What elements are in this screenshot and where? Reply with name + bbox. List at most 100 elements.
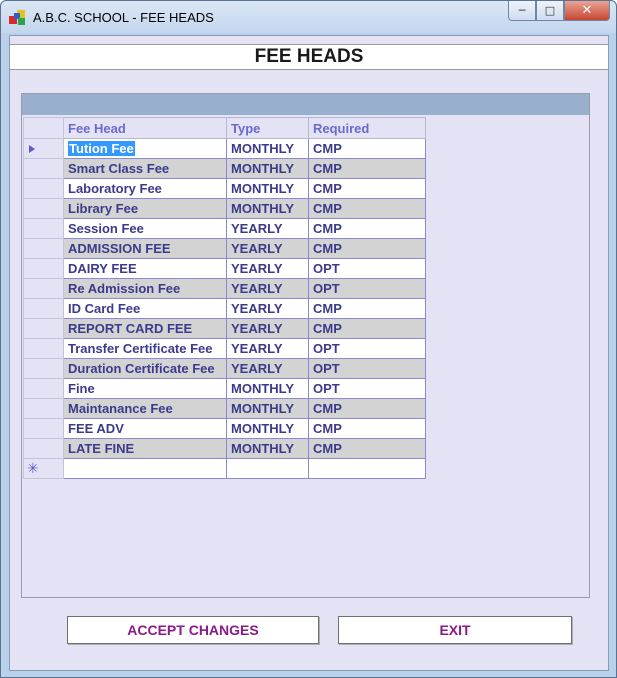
cell-required[interactable]: OPT — [308, 378, 426, 399]
cell-required[interactable]: OPT — [308, 278, 426, 299]
cell-required[interactable]: CMP — [308, 298, 426, 319]
cell-required[interactable]: CMP — [308, 238, 426, 259]
cell-required[interactable]: CMP — [308, 178, 426, 199]
row-header[interactable] — [23, 158, 64, 179]
cell-type[interactable]: MONTHLY — [226, 418, 309, 439]
cell-type[interactable]: YEARLY — [226, 358, 309, 379]
row-header[interactable]: ✳ — [23, 458, 64, 479]
row-header[interactable] — [23, 238, 64, 259]
cell-required[interactable]: CMP — [308, 318, 426, 339]
table-row[interactable]: Fine MONTHLY OPT — [23, 378, 426, 399]
cell-required[interactable]: OPT — [308, 258, 426, 279]
cell-fee-head[interactable]: DAIRY FEE — [63, 258, 227, 279]
cell-fee-head[interactable]: Laboratory Fee — [63, 178, 227, 199]
row-header[interactable] — [23, 278, 64, 299]
cell-type[interactable]: MONTHLY — [226, 398, 309, 419]
cell-type[interactable]: YEARLY — [226, 218, 309, 239]
column-header-fee-head[interactable]: Fee Head — [63, 117, 227, 139]
cell-required[interactable]: OPT — [308, 338, 426, 359]
row-header[interactable] — [23, 178, 64, 199]
cell-fee-head-text: Tution Fee — [68, 141, 135, 156]
cell-required[interactable]: CMP — [308, 158, 426, 179]
row-header[interactable] — [23, 258, 64, 279]
cell-type[interactable]: MONTHLY — [226, 378, 309, 399]
cell-fee-head[interactable]: ID Card Fee — [63, 298, 227, 319]
new-row[interactable]: ✳ — [23, 458, 426, 479]
title-bar[interactable]: A.B.C. SCHOOL - FEE HEADS ─ □ ✕ — [1, 1, 616, 33]
table-row[interactable]: LATE FINE MONTHLY CMP — [23, 438, 426, 459]
table-row[interactable]: Smart Class Fee MONTHLY CMP — [23, 158, 426, 179]
cell-required[interactable]: CMP — [308, 138, 426, 159]
cell-fee-head[interactable]: Library Fee — [63, 198, 227, 219]
cell-fee-head[interactable]: REPORT CARD FEE — [63, 318, 227, 339]
exit-button[interactable]: EXIT — [338, 616, 572, 644]
table-row[interactable]: Library Fee MONTHLY CMP — [23, 198, 426, 219]
table-row[interactable]: Session Fee YEARLY CMP — [23, 218, 426, 239]
row-header[interactable] — [23, 418, 64, 439]
cell-required[interactable]: OPT — [308, 358, 426, 379]
cell-type[interactable]: YEARLY — [226, 318, 309, 339]
row-header[interactable] — [23, 338, 64, 359]
cell-fee-head[interactable]: Fine — [63, 378, 227, 399]
cell-fee-head[interactable]: LATE FINE — [63, 438, 227, 459]
cell-fee-head[interactable]: Duration Certificate Fee — [63, 358, 227, 379]
cell-fee-head[interactable]: ADMISSION FEE — [63, 238, 227, 259]
cell-required[interactable]: CMP — [308, 418, 426, 439]
row-header[interactable] — [23, 378, 64, 399]
table-row[interactable]: Re Admission Fee YEARLY OPT — [23, 278, 426, 299]
table-row[interactable]: Maintanance Fee MONTHLY CMP — [23, 398, 426, 419]
cell-type-text: MONTHLY — [231, 401, 295, 416]
cell-fee-head-text: Transfer Certificate Fee — [68, 341, 213, 356]
cell-fee-head[interactable]: Session Fee — [63, 218, 227, 239]
cell-type[interactable] — [226, 458, 309, 479]
row-header[interactable] — [23, 298, 64, 319]
row-header[interactable] — [23, 318, 64, 339]
maximize-button[interactable]: □ — [536, 1, 564, 21]
column-header-required[interactable]: Required — [308, 117, 426, 139]
cell-fee-head[interactable]: Maintanance Fee — [63, 398, 227, 419]
cell-required[interactable]: CMP — [308, 438, 426, 459]
cell-fee-head[interactable]: FEE ADV — [63, 418, 227, 439]
cell-required[interactable]: CMP — [308, 398, 426, 419]
cell-fee-head[interactable]: Transfer Certificate Fee — [63, 338, 227, 359]
cell-type[interactable]: MONTHLY — [226, 198, 309, 219]
cell-type[interactable]: YEARLY — [226, 298, 309, 319]
table-row[interactable]: ADMISSION FEE YEARLY CMP — [23, 238, 426, 259]
cell-fee-head-text: Session Fee — [68, 221, 144, 236]
cell-fee-head[interactable]: Tution Fee — [63, 138, 227, 159]
cell-required[interactable] — [308, 458, 426, 479]
cell-type[interactable]: MONTHLY — [226, 138, 309, 159]
cell-type[interactable]: MONTHLY — [226, 438, 309, 459]
cell-required[interactable]: CMP — [308, 218, 426, 239]
close-button[interactable]: ✕ — [564, 1, 610, 21]
row-header[interactable] — [23, 438, 64, 459]
table-row[interactable]: FEE ADV MONTHLY CMP — [23, 418, 426, 439]
table-row[interactable]: DAIRY FEE YEARLY OPT — [23, 258, 426, 279]
row-header[interactable] — [23, 138, 64, 159]
minimize-button[interactable]: ─ — [508, 1, 536, 21]
cell-type[interactable]: YEARLY — [226, 258, 309, 279]
table-row[interactable]: Laboratory Fee MONTHLY CMP — [23, 178, 426, 199]
cell-fee-head[interactable]: Re Admission Fee — [63, 278, 227, 299]
cell-fee-head[interactable] — [63, 458, 227, 479]
table-row[interactable]: Tution Fee MONTHLY CMP — [23, 138, 426, 159]
cell-type[interactable]: YEARLY — [226, 238, 309, 259]
table-row[interactable]: REPORT CARD FEE YEARLY CMP — [23, 318, 426, 339]
cell-required[interactable]: CMP — [308, 198, 426, 219]
table-row[interactable]: Transfer Certificate Fee YEARLY OPT — [23, 338, 426, 359]
column-header-type[interactable]: Type — [226, 117, 309, 139]
cell-type[interactable]: MONTHLY — [226, 178, 309, 199]
accept-changes-button[interactable]: ACCEPT CHANGES — [67, 616, 319, 644]
row-header[interactable] — [23, 358, 64, 379]
corner-header[interactable] — [23, 117, 64, 139]
row-header[interactable] — [23, 218, 64, 239]
cell-type[interactable]: MONTHLY — [226, 158, 309, 179]
cell-type[interactable]: YEARLY — [226, 278, 309, 299]
cell-fee-head[interactable]: Smart Class Fee — [63, 158, 227, 179]
cell-type[interactable]: YEARLY — [226, 338, 309, 359]
fee-heads-grid[interactable]: Fee Head Type Required Tution Fee MONTHLY… — [21, 93, 590, 598]
table-row[interactable]: Duration Certificate Fee YEARLY OPT — [23, 358, 426, 379]
row-header[interactable] — [23, 198, 64, 219]
row-header[interactable] — [23, 398, 64, 419]
table-row[interactable]: ID Card Fee YEARLY CMP — [23, 298, 426, 319]
